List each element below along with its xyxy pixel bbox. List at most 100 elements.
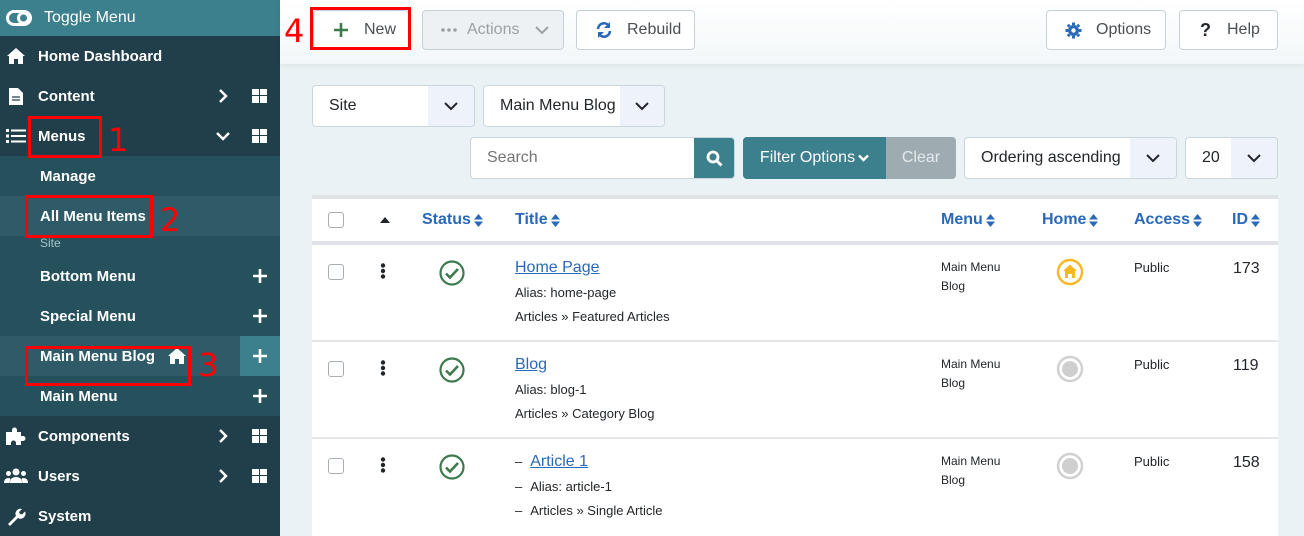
- limit-select[interactable]: 20: [1185, 137, 1278, 179]
- search-icon: [706, 150, 723, 167]
- row-checkbox[interactable]: [328, 264, 344, 280]
- column-label: Access: [1134, 211, 1191, 228]
- column-label: Title: [515, 211, 548, 228]
- chevron-right-icon[interactable]: [215, 468, 231, 484]
- sort-ascending-icon[interactable]: [380, 217, 390, 223]
- column-title[interactable]: Title: [515, 211, 560, 229]
- level-prefix: –: [515, 454, 523, 469]
- column-access[interactable]: Access: [1134, 211, 1203, 229]
- add-menu-item-icon[interactable]: [240, 296, 280, 336]
- dashboard-grid-icon[interactable]: [252, 469, 267, 483]
- drag-handle-icon[interactable]: [380, 263, 386, 279]
- menu-select[interactable]: Main Menu Blog: [483, 85, 665, 127]
- item-title-link[interactable]: Blog: [515, 356, 547, 373]
- sidebar-item-users[interactable]: Users: [0, 456, 280, 496]
- table-row: – Article 1 – Alias: article-1 – Articles »…: [312, 439, 1278, 536]
- menu-name: Blog: [941, 473, 966, 487]
- rebuild-button[interactable]: Rebuild: [576, 10, 695, 50]
- limit-select-value: 20: [1202, 149, 1220, 166]
- actions-button[interactable]: Actions: [422, 10, 564, 50]
- item-type: Articles » Single Article: [530, 503, 663, 518]
- clear-label: Clear: [901, 149, 941, 166]
- column-home[interactable]: Home: [1042, 211, 1099, 229]
- table-row: Blog Alias: blog-1 Articles » Category B…: [312, 342, 1278, 439]
- home-default-icon[interactable]: [1056, 258, 1084, 286]
- gear-icon: [1065, 22, 1082, 39]
- sidebar-item-special-menu[interactable]: Special Menu: [0, 296, 280, 336]
- ellipsis-icon: [441, 28, 457, 32]
- row-checkbox[interactable]: [328, 458, 344, 474]
- rebuild-label: Rebuild: [627, 21, 682, 38]
- home-icon: [0, 47, 38, 65]
- table-row: Home Page Alias: home-page Articles » Fe…: [312, 245, 1278, 342]
- home-not-default-icon[interactable]: [1056, 452, 1084, 480]
- item-title-link[interactable]: Article 1: [530, 453, 588, 470]
- sidebar-item-manage[interactable]: Manage: [0, 156, 280, 196]
- select-all-checkbox[interactable]: [328, 212, 344, 228]
- search-button[interactable]: [694, 138, 734, 178]
- sidebar-item-home-dashboard[interactable]: Home Dashboard: [0, 36, 280, 76]
- column-status[interactable]: Status: [422, 211, 483, 229]
- column-menu[interactable]: Menu: [941, 211, 995, 229]
- filter-options-button[interactable]: Filter Options: [743, 137, 886, 179]
- chevron-right-icon[interactable]: [215, 88, 231, 104]
- level-prefix: –: [515, 503, 523, 518]
- toggle-menu-label: Toggle Menu: [44, 9, 136, 26]
- toolbar: New Actions Rebuild Options ? Help: [280, 0, 1304, 64]
- item-type: Articles » Featured Articles: [515, 309, 670, 324]
- item-alias: Alias: home-page: [515, 285, 617, 300]
- annotation-box-4: [310, 7, 411, 50]
- published-check-icon[interactable]: [439, 357, 465, 383]
- sidebar-item-label: Users: [38, 467, 80, 485]
- add-menu-item-icon[interactable]: [240, 256, 280, 296]
- toggle-icon: [6, 10, 38, 26]
- toggle-menu-button[interactable]: Toggle Menu: [0, 0, 280, 36]
- annotation-number-2: 2: [160, 201, 181, 239]
- sidebar-item-label: Manage: [40, 167, 96, 185]
- chevron-down-icon: [535, 25, 550, 35]
- sidebar-item-bottom-menu[interactable]: Bottom Menu: [0, 256, 280, 296]
- add-menu-item-icon[interactable]: [240, 336, 280, 376]
- sort-icon: [1089, 213, 1099, 227]
- row-checkbox[interactable]: [328, 361, 344, 377]
- published-check-icon[interactable]: [439, 260, 465, 286]
- menu-name: Main Menu: [941, 260, 1001, 274]
- help-button[interactable]: ? Help: [1179, 10, 1278, 50]
- annotation-box-1: [28, 116, 102, 158]
- item-id: 173: [1233, 260, 1260, 277]
- item-id: 119: [1233, 357, 1259, 374]
- search-input[interactable]: [471, 138, 694, 178]
- column-id[interactable]: ID: [1232, 211, 1260, 229]
- options-button[interactable]: Options: [1046, 10, 1166, 50]
- sidebar-item-label: Home Dashboard: [38, 47, 163, 65]
- annotation-box-2: [25, 195, 153, 238]
- clear-button[interactable]: Clear: [886, 137, 956, 179]
- filter-options-label: Filter Options: [759, 149, 856, 166]
- item-title-link[interactable]: Home Page: [515, 259, 600, 276]
- sidebar-item-system[interactable]: System: [0, 496, 280, 536]
- client-select-value: Site: [329, 97, 357, 114]
- sort-icon: [550, 213, 560, 227]
- dashboard-grid-icon[interactable]: [252, 129, 267, 143]
- ordering-select[interactable]: Ordering ascending: [964, 137, 1177, 179]
- column-label: Home: [1042, 211, 1087, 228]
- chevron-right-icon[interactable]: [215, 428, 231, 444]
- item-alias: Alias: blog-1: [515, 382, 587, 397]
- sidebar-item-label: Main Menu: [40, 387, 118, 405]
- chevron-down-icon: [428, 86, 474, 126]
- add-menu-item-icon[interactable]: [240, 376, 280, 416]
- chevron-down-icon: [620, 86, 664, 126]
- dashboard-grid-icon[interactable]: [252, 89, 267, 103]
- sidebar-item-content[interactable]: Content: [0, 76, 280, 116]
- home-not-default-icon[interactable]: [1056, 355, 1084, 383]
- published-check-icon[interactable]: [439, 454, 465, 480]
- column-label: Menu: [941, 211, 983, 228]
- sidebar-item-components[interactable]: Components: [0, 416, 280, 456]
- sync-icon: [595, 21, 613, 39]
- drag-handle-icon[interactable]: [380, 457, 386, 473]
- client-select[interactable]: Site: [312, 85, 475, 127]
- drag-handle-icon[interactable]: [380, 360, 386, 376]
- chevron-down-icon: [1130, 138, 1176, 178]
- chevron-down-icon[interactable]: [215, 128, 231, 144]
- dashboard-grid-icon[interactable]: [252, 429, 267, 443]
